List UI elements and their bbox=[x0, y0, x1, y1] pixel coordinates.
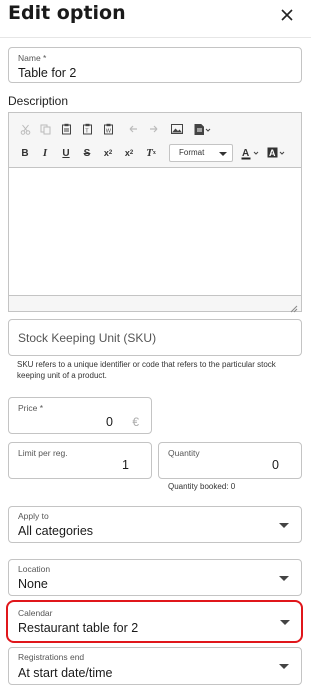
chevron-down-icon bbox=[219, 152, 227, 156]
template-icon[interactable] bbox=[193, 121, 215, 137]
sku-input[interactable]: Stock Keeping Unit (SKU) bbox=[8, 319, 302, 356]
format-label: Format bbox=[179, 148, 205, 157]
dialog-header: Edit option bbox=[0, 0, 311, 38]
quantity-value: 0 bbox=[272, 458, 279, 472]
registrations-end-value: At start date/time bbox=[18, 666, 113, 680]
strikethrough-icon[interactable]: S bbox=[79, 145, 95, 161]
paste-word-icon[interactable]: W bbox=[100, 121, 116, 137]
subscript-icon[interactable]: x2 bbox=[100, 145, 116, 161]
sku-helper-text: SKU refers to a unique identifier or cod… bbox=[17, 360, 276, 380]
limit-per-reg-value: 1 bbox=[122, 458, 129, 472]
location-label: Location bbox=[18, 564, 51, 574]
resize-handle-icon[interactable] bbox=[290, 300, 298, 313]
editor-body[interactable] bbox=[9, 169, 301, 295]
paste-icon[interactable] bbox=[58, 121, 74, 137]
text-color-icon[interactable]: A bbox=[241, 145, 263, 161]
quantity-label: Quantity bbox=[168, 448, 200, 458]
editor-toolbar: T W B I U S x2 x2 Tx Format A A bbox=[9, 113, 301, 168]
calendar-select[interactable]: Calendar Restaurant table for 2 bbox=[6, 600, 303, 643]
name-field[interactable]: Name * Table for 2 bbox=[8, 47, 302, 83]
currency-symbol: € bbox=[132, 415, 139, 429]
cut-icon[interactable] bbox=[17, 121, 33, 137]
background-color-icon[interactable]: A bbox=[267, 145, 289, 161]
copy-icon[interactable] bbox=[37, 121, 53, 137]
rich-text-editor: T W B I U S x2 x2 Tx Format A A bbox=[8, 112, 302, 313]
svg-text:A: A bbox=[269, 148, 276, 158]
name-value: Table for 2 bbox=[18, 66, 77, 80]
chevron-down-icon bbox=[279, 664, 289, 669]
name-label: Name * bbox=[18, 53, 47, 63]
page-title: Edit option bbox=[8, 2, 126, 24]
calendar-label: Calendar bbox=[18, 608, 53, 618]
close-icon[interactable] bbox=[279, 6, 295, 24]
sku-placeholder: Stock Keeping Unit (SKU) bbox=[18, 331, 157, 345]
chevron-down-icon bbox=[279, 523, 289, 528]
remove-format-icon[interactable]: Tx bbox=[143, 145, 159, 161]
image-icon[interactable] bbox=[169, 121, 185, 137]
italic-icon[interactable]: I bbox=[37, 145, 53, 161]
calendar-value: Restaurant table for 2 bbox=[18, 621, 139, 635]
price-value: 0 bbox=[106, 415, 113, 429]
price-field[interactable]: Price * 0 € bbox=[8, 397, 152, 434]
quantity-booked-text: Quantity booked: 0 bbox=[168, 482, 236, 491]
chevron-down-icon bbox=[279, 576, 289, 581]
location-value: None bbox=[18, 577, 48, 591]
limit-per-reg-label: Limit per reg. bbox=[18, 448, 68, 458]
apply-to-label: Apply to bbox=[18, 511, 49, 521]
price-label: Price * bbox=[18, 403, 44, 413]
redo-icon[interactable] bbox=[145, 121, 161, 137]
bold-icon[interactable]: B bbox=[17, 145, 33, 161]
registrations-end-select[interactable]: Registrations end At start date/time bbox=[8, 647, 302, 685]
location-select[interactable]: Location None bbox=[8, 559, 302, 596]
format-select[interactable]: Format bbox=[169, 144, 233, 162]
svg-text:W: W bbox=[105, 129, 111, 135]
limit-per-reg-field[interactable]: Limit per reg. 1 bbox=[8, 442, 152, 479]
underline-icon[interactable]: U bbox=[58, 145, 74, 161]
registrations-end-label: Registrations end bbox=[18, 652, 85, 662]
apply-to-select[interactable]: Apply to All categories bbox=[8, 506, 302, 543]
description-label: Description bbox=[8, 94, 69, 108]
superscript-icon[interactable]: x2 bbox=[121, 145, 137, 161]
paste-text-icon[interactable]: T bbox=[79, 121, 95, 137]
chevron-down-icon bbox=[280, 620, 290, 625]
undo-icon[interactable] bbox=[125, 121, 141, 137]
svg-text:A: A bbox=[242, 148, 249, 159]
quantity-field[interactable]: Quantity 0 bbox=[158, 442, 302, 479]
editor-footer bbox=[9, 295, 301, 313]
apply-to-value: All categories bbox=[18, 524, 94, 538]
